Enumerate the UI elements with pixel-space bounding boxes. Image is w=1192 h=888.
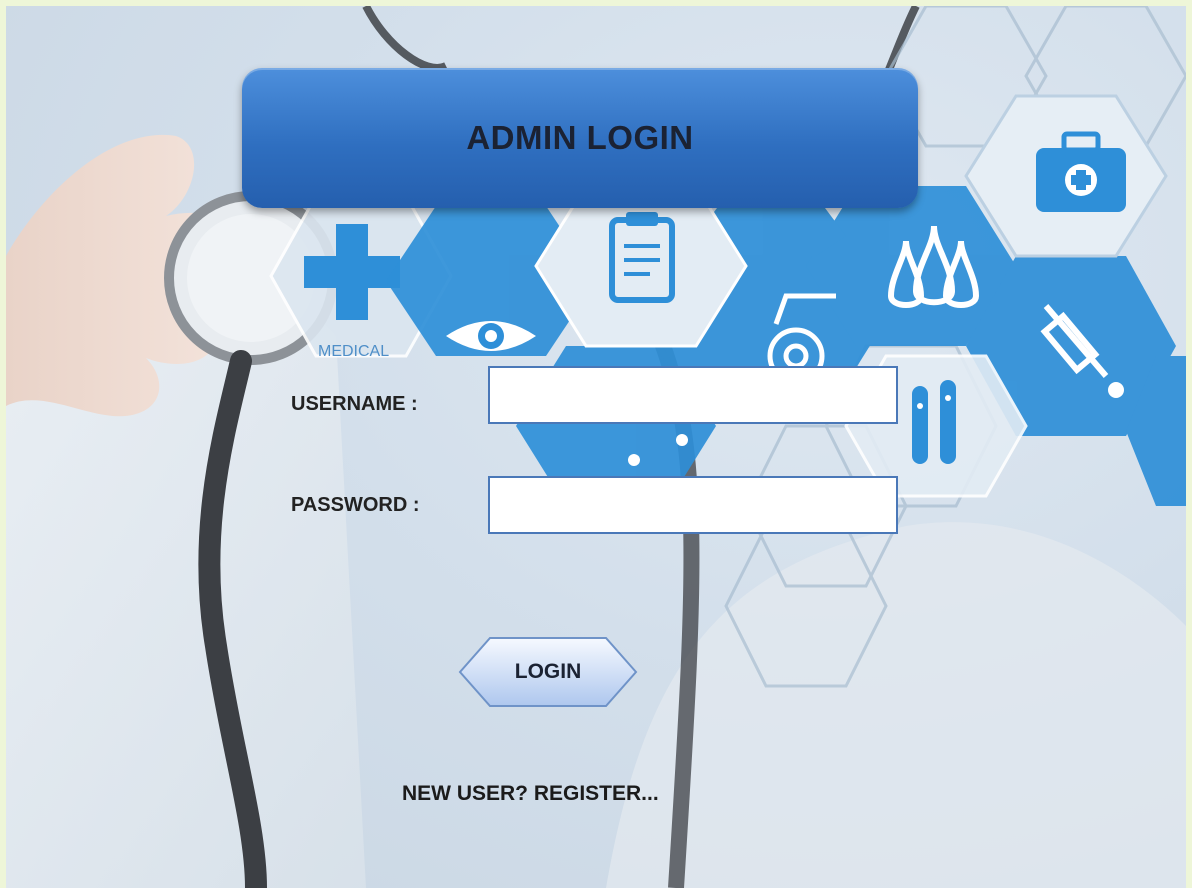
password-input[interactable]	[488, 476, 898, 534]
username-input[interactable]	[488, 366, 898, 424]
username-label: USERNAME :	[291, 393, 418, 415]
medical-emblem-text: MEDICAL	[318, 343, 389, 360]
page-title: ADMIN LOGIN	[466, 119, 694, 156]
login-button[interactable]: LOGIN	[458, 636, 638, 708]
password-label: PASSWORD :	[291, 494, 420, 516]
first-aid-hex	[964, 94, 1168, 258]
register-link[interactable]: NEW USER? REGISTER...	[402, 782, 659, 806]
login-button-label: LOGIN	[514, 660, 582, 683]
title-banner: ADMIN LOGIN	[242, 68, 918, 208]
login-screen: MEDICAL ADMIN LOGIN USERNAME: PASSWORD …	[6, 6, 1186, 888]
